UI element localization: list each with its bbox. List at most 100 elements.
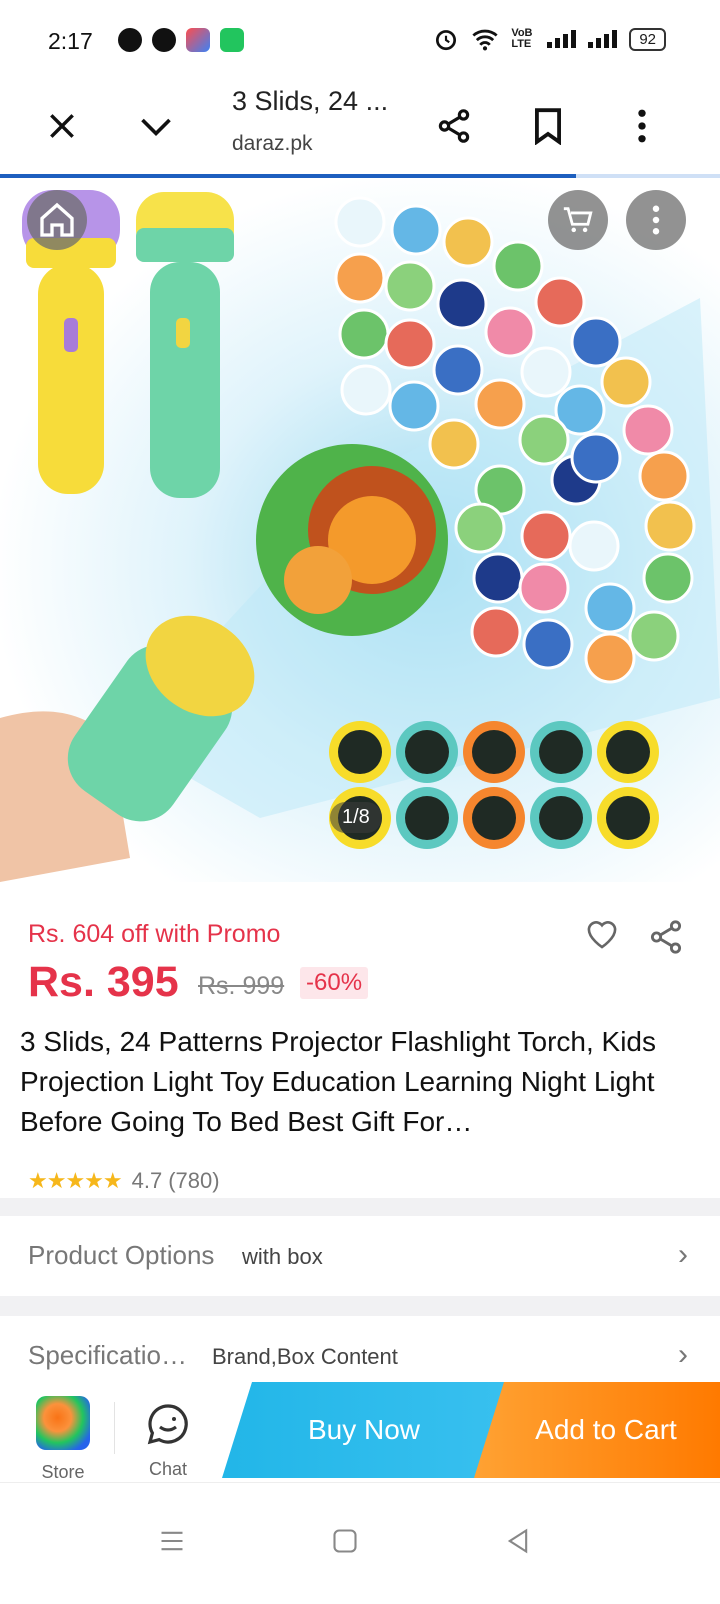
slide-picture-thumb: [584, 582, 636, 634]
slide-picture-thumb: [340, 364, 392, 416]
rating-count: (780): [168, 1168, 220, 1193]
home-icon: [40, 202, 74, 237]
discount-badge: -60%: [300, 967, 369, 999]
slide-picture-thumb: [520, 346, 572, 398]
gallery-more-button[interactable]: [626, 190, 686, 250]
cart-icon: [563, 207, 593, 233]
buy-now-button[interactable]: Buy Now: [222, 1382, 506, 1478]
add-to-cart-button[interactable]: Add to Cart: [474, 1382, 720, 1478]
chat-button[interactable]: Chat: [138, 1396, 198, 1480]
more-vert-icon: [652, 205, 660, 235]
signal-1-icon: [547, 30, 577, 48]
slide-picture-thumb: [570, 316, 622, 368]
slide-disc-center: [539, 730, 583, 774]
slide-picture-thumb: [454, 502, 506, 554]
share-button[interactable]: [424, 96, 484, 156]
slide-picture-thumb: [568, 520, 620, 572]
more-options-button[interactable]: [612, 96, 672, 156]
slide-picture-thumb: [644, 500, 696, 552]
back-nav-button[interactable]: [488, 1511, 548, 1571]
slide-disc-center: [472, 796, 516, 840]
page-url: daraz.pk: [232, 132, 313, 155]
slide-disc-center: [338, 730, 382, 774]
row-value: Brand,Box Content: [212, 1344, 398, 1369]
rating-value: 4.7: [131, 1168, 163, 1193]
chevron-right-icon: ›: [678, 1238, 688, 1271]
slide-picture-thumb: [442, 216, 494, 268]
slide-picture-thumb: [520, 510, 572, 562]
product-share-button[interactable]: [647, 918, 685, 961]
product-options-row[interactable]: Product Options with box ›: [0, 1216, 720, 1296]
slide-picture-thumb: [534, 276, 586, 328]
heart-icon: [587, 921, 617, 949]
slide-picture-thumb: [600, 356, 652, 408]
slide-picture-thumb: [338, 308, 390, 360]
slide-picture-thumb: [432, 344, 484, 396]
slide-picture-thumb: [334, 196, 386, 248]
slide-disc-center: [539, 796, 583, 840]
slide-disc-center: [606, 796, 650, 840]
system-indicators: VoB LTE 92: [433, 26, 666, 52]
signal-2-icon: [588, 30, 618, 48]
network-label: VoB LTE: [511, 27, 533, 50]
slide-picture-thumb: [334, 252, 386, 304]
browser-toolbar: 3 Slids, 24 ... daraz.pk: [0, 82, 720, 174]
section-divider: [0, 1296, 720, 1316]
recent-apps-button[interactable]: [142, 1511, 202, 1571]
purchase-action-bar: Store Chat Buy Now Add to Cart: [0, 1382, 720, 1482]
bookmark-button[interactable]: [518, 96, 578, 156]
slide-picture-thumb: [388, 380, 440, 432]
cart-button[interactable]: [548, 190, 608, 250]
original-price: Rs. 999: [198, 972, 285, 1000]
home-nav-button[interactable]: [315, 1511, 375, 1571]
slide-picture-thumb: [638, 450, 690, 502]
system-nav-bar: [0, 1482, 720, 1604]
wifi-icon: [472, 29, 498, 51]
slide-picture-thumb: [470, 606, 522, 658]
wishlist-button[interactable]: [584, 918, 620, 955]
store-label: Store: [41, 1462, 85, 1482]
promo-text[interactable]: Rs. 604 off with Promo: [28, 920, 280, 949]
store-button[interactable]: Store: [28, 1396, 98, 1483]
slide-picture-thumb: [472, 552, 524, 604]
slide-picture-thumb: [384, 260, 436, 312]
slide-disc-center: [405, 796, 449, 840]
action-divider: [114, 1402, 115, 1454]
row-label: Specificatio…: [28, 1340, 187, 1370]
messenger-icon: [152, 28, 176, 52]
chevron-right-icon: ›: [678, 1338, 688, 1371]
slide-picture-thumb: [518, 414, 570, 466]
share-icon: [650, 920, 682, 954]
app-green-icon: [220, 28, 244, 52]
status-time: 2:17: [48, 28, 93, 54]
close-icon: [50, 114, 74, 138]
store-logo: [36, 1396, 90, 1450]
row-value: with box: [242, 1244, 323, 1269]
rating-summary[interactable]: ★★★★★ 4.7 (780): [28, 1168, 220, 1194]
close-button[interactable]: [32, 96, 92, 156]
slide-picture-thumb: [628, 610, 680, 662]
slide-picture-thumb: [436, 278, 488, 330]
app-star-icon: [186, 28, 210, 52]
chat-icon: [147, 1404, 188, 1445]
minimize-button[interactable]: [126, 96, 186, 156]
slide-disc-center: [606, 730, 650, 774]
back-nav-icon: [507, 1528, 528, 1554]
slide-picture-thumb: [570, 432, 622, 484]
slide-disc-center: [472, 730, 516, 774]
product-image-gallery[interactable]: 1/8: [0, 178, 720, 882]
menu-nav-icon: [161, 1531, 183, 1551]
slide-picture-thumb: [642, 552, 694, 604]
bookmark-icon: [535, 108, 561, 145]
battery-indicator: 92: [629, 27, 666, 51]
slide-picture-thumb: [584, 632, 636, 684]
image-counter: 1/8: [330, 802, 382, 833]
chevron-down-icon: [141, 118, 171, 137]
home-button[interactable]: [27, 190, 87, 250]
share-icon: [438, 109, 470, 143]
slide-picture-thumb: [390, 204, 442, 256]
slide-picture-thumb: [384, 318, 436, 370]
slide-picture-thumb: [428, 418, 480, 470]
slide-picture-thumb: [518, 562, 570, 614]
product-image: [0, 190, 720, 882]
